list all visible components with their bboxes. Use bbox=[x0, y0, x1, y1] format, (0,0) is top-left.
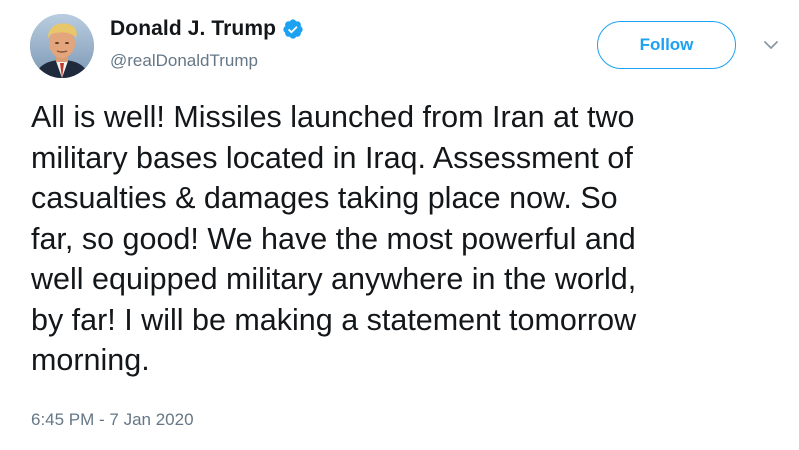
tweet-text-line: by far! I will be making a statement tom… bbox=[31, 302, 637, 337]
tweet-text-line: All is well! Missiles launched from Iran… bbox=[31, 100, 635, 134]
tweet-text: All is well! Missiles launched from Iran… bbox=[31, 97, 791, 381]
tweet-timestamp[interactable]: 6:45 PM - 7 Jan 2020 bbox=[31, 410, 194, 430]
author-name-row: Donald J. Trump bbox=[110, 17, 304, 41]
tweet-text-line: military bases located in Iraq. Assessme… bbox=[31, 140, 633, 175]
tweet-card: Donald J. Trump @realDonaldTrump Follow … bbox=[0, 0, 799, 450]
verified-badge-icon bbox=[282, 18, 304, 40]
chevron-down-icon[interactable] bbox=[762, 38, 780, 50]
tweet-text-line: far, so good! We have the most powerful … bbox=[31, 221, 636, 256]
author-display-name[interactable]: Donald J. Trump bbox=[110, 17, 276, 41]
tweet-text-line: morning. bbox=[31, 343, 150, 377]
follow-button[interactable]: Follow bbox=[597, 21, 736, 69]
tweet-text-line: casualties & damages taking place now. S… bbox=[31, 181, 618, 215]
author-handle[interactable]: @realDonaldTrump bbox=[110, 51, 258, 71]
tweet-text-line: well equipped military anywhere in the w… bbox=[31, 262, 637, 296]
avatar-image bbox=[30, 14, 94, 78]
avatar[interactable] bbox=[30, 14, 94, 78]
